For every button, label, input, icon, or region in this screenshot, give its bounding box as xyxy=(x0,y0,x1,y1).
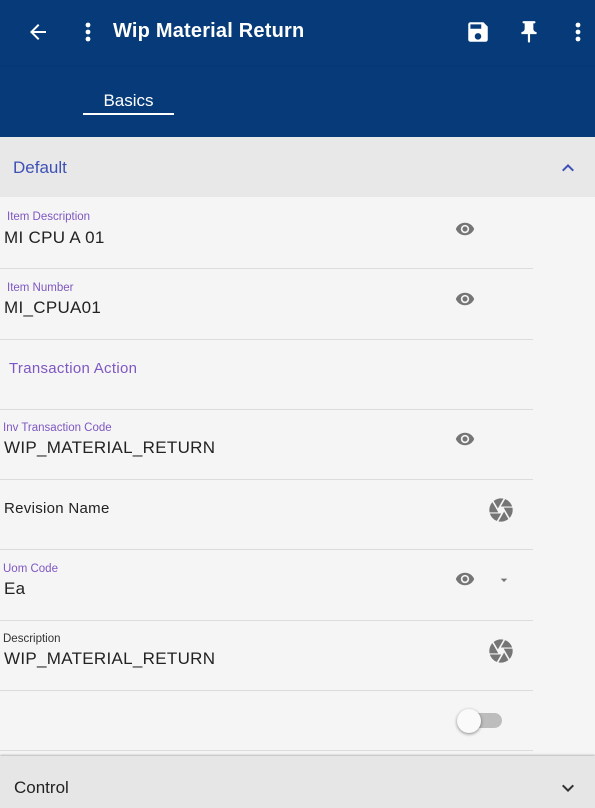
tab-indicator xyxy=(83,113,174,115)
transaction-action-label: Transaction Action xyxy=(9,360,138,377)
eye-icon[interactable] xyxy=(455,219,475,239)
item-number-label: Item Number xyxy=(7,282,74,294)
app-bar: Wip Material Return xyxy=(0,0,595,67)
inv-transaction-code-value: WIP_MATERIAL_RETURN xyxy=(4,438,216,457)
field-description[interactable]: Description WIP_MATERIAL_RETURN xyxy=(0,620,533,691)
back-arrow-icon[interactable] xyxy=(26,20,50,44)
eye-icon[interactable] xyxy=(455,569,475,589)
page-title: Wip Material Return xyxy=(113,20,305,42)
dropdown-arrow-icon[interactable] xyxy=(496,572,512,588)
field-transaction-action[interactable]: Transaction Action xyxy=(0,339,533,410)
section-control-label: Control xyxy=(14,778,69,797)
field-uom-code[interactable]: Uom Code Ea xyxy=(0,550,533,621)
pin-icon[interactable] xyxy=(516,19,542,45)
save-icon[interactable] xyxy=(465,19,491,45)
description-value: WIP_MATERIAL_RETURN xyxy=(4,649,216,668)
uom-code-label: Uom Code xyxy=(3,563,58,575)
section-default-header[interactable]: Default xyxy=(0,137,595,197)
camera-shutter-icon[interactable] xyxy=(487,496,515,524)
tab-basics[interactable]: Basics xyxy=(83,91,174,111)
item-number-value: MI_CPUA01 xyxy=(4,298,102,317)
toggle-knob[interactable] xyxy=(457,709,481,733)
more-vert-icon[interactable] xyxy=(566,20,590,44)
section-default-label: Default xyxy=(13,158,67,177)
item-description-value: MI CPU A 01 xyxy=(4,228,105,247)
uom-code-value: Ea xyxy=(4,579,26,598)
section-control-header[interactable]: Control xyxy=(0,756,595,808)
eye-icon[interactable] xyxy=(455,289,475,309)
field-item-number[interactable]: Item Number MI_CPUA01 xyxy=(0,269,533,340)
item-description-label: Item Description xyxy=(7,211,91,223)
camera-shutter-icon[interactable] xyxy=(487,637,515,665)
field-item-description[interactable]: Item Description MI CPU A 01 xyxy=(0,198,533,269)
field-inv-transaction-code[interactable]: Inv Transaction Code WIP_MATERIAL_RETURN xyxy=(0,409,533,480)
description-label: Description xyxy=(3,633,61,645)
revision-name-label: Revision Name xyxy=(4,500,110,517)
field-revision-name[interactable]: Revision Name xyxy=(0,479,533,550)
eye-icon[interactable] xyxy=(455,429,475,449)
divider xyxy=(0,750,533,751)
chevron-up-icon[interactable] xyxy=(556,156,580,180)
inv-transaction-code-label: Inv Transaction Code xyxy=(3,422,112,434)
chevron-down-icon[interactable] xyxy=(556,776,580,800)
tab-bar: Basics xyxy=(0,67,595,137)
more-vert-icon[interactable] xyxy=(76,20,100,44)
